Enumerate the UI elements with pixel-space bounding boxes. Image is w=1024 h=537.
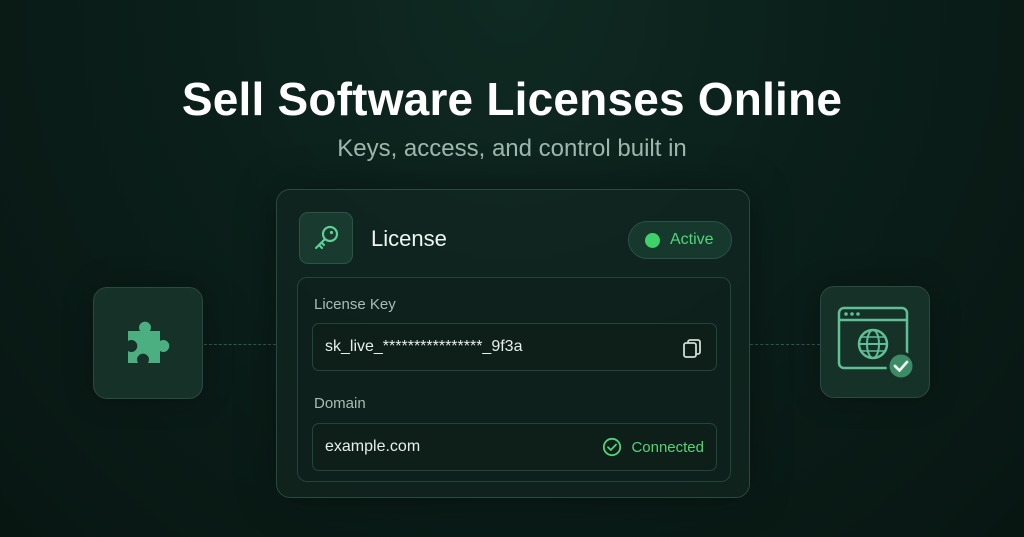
card-title: License	[371, 226, 447, 251]
hero-title: Sell Software Licenses Online	[181, 73, 843, 125]
globe-window-check-icon	[837, 306, 916, 381]
hero-subtitle: Keys, access, and control built in	[337, 135, 687, 162]
license-card: License Active License Key sk_live_*****…	[276, 189, 750, 498]
status-badge: Active	[628, 221, 732, 259]
right-connector	[750, 344, 820, 345]
connection-status: Connected	[602, 437, 704, 457]
license-key-label: License Key	[314, 296, 396, 313]
domain-label: Domain	[314, 395, 366, 412]
license-key-value: sk_live_****************_9f3a	[325, 338, 523, 355]
puzzle-icon	[128, 321, 170, 363]
license-key-field[interactable]: sk_live_****************_9f3a	[312, 323, 717, 371]
left-connector	[204, 344, 276, 345]
plugin-tile	[93, 287, 203, 399]
connected-text: Connected	[631, 438, 704, 456]
domain-value: example.com	[325, 438, 421, 455]
license-details-panel: License Key sk_live_****************_9f3…	[297, 277, 731, 482]
copy-icon[interactable]	[681, 337, 703, 364]
key-icon	[314, 225, 339, 250]
status-dot-icon	[645, 232, 660, 248]
website-tile	[820, 286, 930, 398]
check-circle-icon	[603, 437, 622, 457]
status-text: Active	[670, 231, 714, 248]
domain-field[interactable]: example.com Connected	[312, 423, 717, 471]
key-badge	[299, 212, 353, 264]
